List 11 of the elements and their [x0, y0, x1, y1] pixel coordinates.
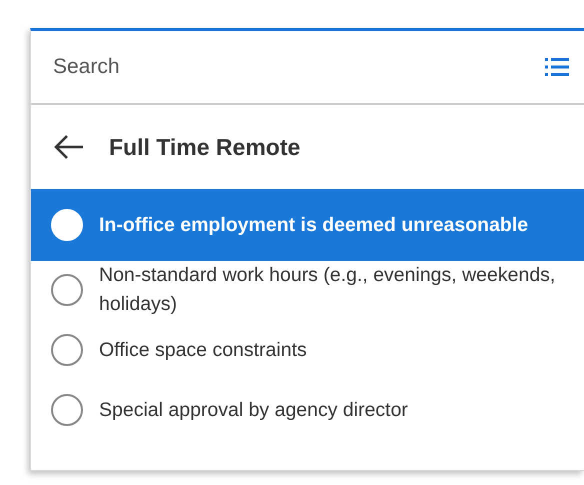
radio-button[interactable]	[51, 334, 83, 366]
option-item[interactable]: In-office employment is deemed unreasonable	[31, 189, 584, 261]
option-item[interactable]: Office space constraints	[31, 321, 584, 379]
search-field[interactable]: Search	[53, 55, 545, 79]
radio-button[interactable]	[51, 274, 83, 306]
radio-button[interactable]	[51, 394, 83, 426]
category-title: Full Time Remote	[109, 134, 300, 160]
option-item[interactable]: Special approval by agency director	[31, 381, 584, 439]
back-arrow-icon[interactable]	[53, 134, 85, 160]
option-item[interactable]: Non-standard work hours (e.g., evenings, weekends, holidays)	[31, 261, 584, 319]
list-icon[interactable]	[545, 57, 569, 77]
